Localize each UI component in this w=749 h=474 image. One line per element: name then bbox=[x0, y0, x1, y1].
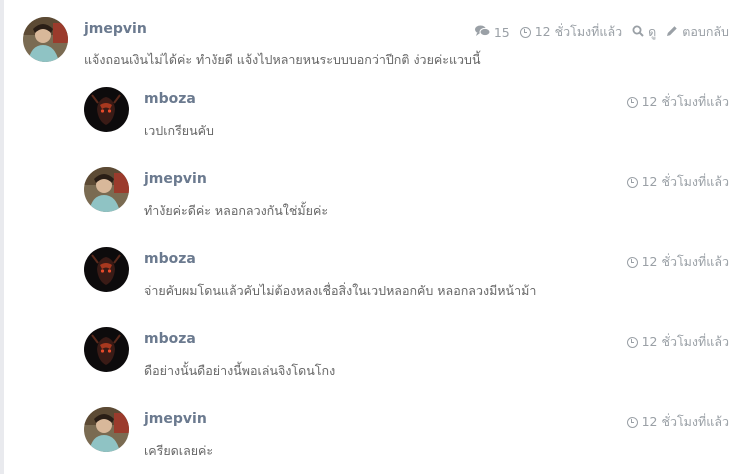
reply-time: 12 ชั่วโมงที่แล้ว bbox=[626, 92, 729, 112]
reply-time: 12 ชั่วโมงที่แล้ว bbox=[626, 412, 729, 432]
reply-text: เวปเกรียนคับ bbox=[144, 123, 214, 138]
avatar[interactable] bbox=[84, 87, 129, 132]
comments-icon bbox=[474, 25, 491, 40]
reply-text: จ่ายคับผมโดนแล้วคับไม่ต้องหลงเชื่อสิ่งใน… bbox=[144, 283, 537, 298]
reply-username[interactable]: mboza bbox=[144, 331, 196, 347]
reply-text: ดือย่างนั้นดือย่างนี้พอเล่นจิงโดนโกง bbox=[144, 363, 336, 378]
reply-time-label: 12 ชั่วโมงที่แล้ว bbox=[641, 414, 729, 429]
reply-username[interactable]: jmepvin bbox=[144, 411, 207, 427]
reply-text: เครียดเลยค่ะ bbox=[144, 443, 214, 458]
reply-time-label: 12 ชั่วโมงที่แล้ว bbox=[641, 94, 729, 109]
reply-username[interactable]: jmepvin bbox=[144, 171, 207, 187]
pencil-icon bbox=[666, 25, 678, 40]
avatar[interactable] bbox=[84, 407, 129, 452]
reply-count-value: 15 bbox=[493, 24, 510, 40]
search-icon bbox=[632, 25, 644, 40]
reply-label: ตอบกลับ bbox=[682, 24, 729, 39]
reply-time: 12 ชั่วโมงที่แล้ว bbox=[626, 332, 729, 352]
post-username[interactable]: jmepvin bbox=[84, 21, 147, 37]
reply-time-label: 12 ชั่วโมงที่แล้ว bbox=[641, 254, 729, 269]
post-time-label: 12 ชั่วโมงที่แล้ว bbox=[534, 24, 623, 39]
avatar[interactable] bbox=[84, 167, 129, 212]
reply-button[interactable]: ตอบกลับ bbox=[666, 22, 729, 42]
post-meta: 15 12 ชั่วโมงที่แล้ว ดู ตอบกลับ bbox=[465, 22, 729, 42]
reply-username[interactable]: mboza bbox=[144, 251, 196, 267]
avatar[interactable] bbox=[84, 327, 129, 372]
avatar[interactable] bbox=[23, 17, 68, 62]
clock-icon bbox=[626, 336, 638, 348]
view-button[interactable]: ดู bbox=[632, 22, 656, 42]
thread-indent-bar bbox=[0, 0, 4, 474]
reply-text: ทำงัยค่ะดีค่ะ หลอกลวงกันใช่มั้ยค่ะ bbox=[144, 203, 329, 218]
reply-count[interactable]: 15 bbox=[474, 24, 510, 40]
clock-icon bbox=[626, 416, 638, 428]
reply-username[interactable]: mboza bbox=[144, 91, 196, 107]
post-text: แจ้งถอนเงินไม่ได้ค่ะ ทำงัยดี แจ้งไปหลายห… bbox=[84, 52, 481, 67]
view-label: ดู bbox=[648, 24, 657, 39]
clock-icon bbox=[626, 176, 638, 188]
reply-time-label: 12 ชั่วโมงที่แล้ว bbox=[641, 174, 729, 189]
clock-icon bbox=[519, 26, 531, 38]
avatar[interactable] bbox=[84, 247, 129, 292]
reply-time: 12 ชั่วโมงที่แล้ว bbox=[626, 252, 729, 272]
clock-icon bbox=[626, 256, 638, 268]
reply-time: 12 ชั่วโมงที่แล้ว bbox=[626, 172, 729, 192]
reply-time-label: 12 ชั่วโมงที่แล้ว bbox=[641, 334, 729, 349]
post-time: 12 ชั่วโมงที่แล้ว bbox=[519, 22, 623, 42]
clock-icon bbox=[626, 96, 638, 108]
